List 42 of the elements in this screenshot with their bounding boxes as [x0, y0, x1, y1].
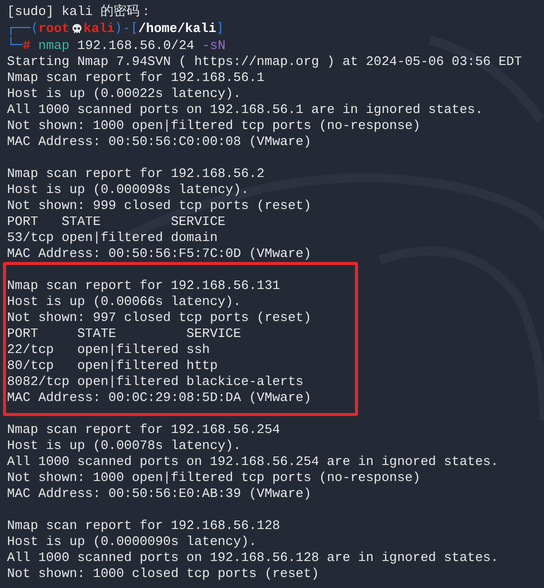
output-line: All 1000 scanned ports on 192.168.56.128 are in ignored states.: [7, 550, 500, 566]
output-line: Not shown: 999 closed tcp ports (reset): [7, 198, 312, 214]
output-line: Not shown: 997 closed tcp ports (reset): [7, 310, 312, 326]
command-argument: 192.168.56.0/24: [77, 38, 194, 54]
output-line: Host is up (0.00022s latency).: [7, 86, 242, 102]
output-line: Host is up (0.000098s latency).: [7, 182, 250, 198]
sudo-prompt: [sudo] kali 的密码：: [7, 4, 154, 20]
output-line: Nmap scan report for 192.168.56.2: [7, 166, 266, 182]
output-line: All 1000 scanned ports on 192.168.56.1 are in ignored states.: [7, 102, 484, 118]
prompt-symbol: #: [22, 38, 30, 54]
output-line: Nmap scan report for 192.168.56.254: [7, 422, 282, 438]
command-option: -sN: [202, 38, 226, 54]
output-line: MAC Address: 00:50:56:E0:AB:39 (VMware): [7, 486, 312, 502]
output-line: MAC Address: 00:0C:29:08:5D:DA (VMware): [7, 390, 312, 406]
prompt-frame: └─: [7, 38, 23, 54]
output-line: Host is up (0.00066s latency).: [7, 294, 242, 310]
prompt-frame: ┌──(: [7, 21, 38, 37]
output-line: Not shown: 1000 closed tcp ports (reset): [7, 566, 320, 582]
output-line: Not shown: 1000 open|filtered tcp ports (no-response): [7, 118, 422, 134]
output-line: MAC Address: 00:50:56:F5:7C:0D (VMware): [7, 246, 312, 262]
prompt-user: root: [38, 21, 70, 37]
output-line: Nmap scan report for 192.168.56.1: [7, 70, 266, 86]
output-line: Nmap scan report for 192.168.56.128: [7, 518, 282, 534]
output-line: 53/tcp open|filtered domain: [7, 230, 219, 246]
output-line: Host is up (0.0000090s latency).: [7, 534, 258, 550]
output-line: MAC Address: 00:50:56:C0:00:08 (VMware): [7, 134, 312, 150]
output-line: All 1000 scanned ports on 192.168.56.254 are in ignored states.: [7, 454, 500, 470]
output-line: PORT STATE SERVICE: [7, 326, 242, 342]
command-name: nmap: [38, 38, 70, 54]
output-line: 8082/tcp open|filtered blackice-alerts: [7, 374, 304, 390]
output-line: Not shown: 1000 open|filtered tcp ports (no-response): [7, 470, 422, 486]
output-line: Nmap scan report for 192.168.56.131: [7, 278, 282, 294]
prompt-path: /home/kali: [138, 21, 216, 37]
prompt-frame: )-[: [114, 21, 138, 37]
output-line: Starting Nmap 7.94SVN ( https://nmap.org ) at 2024-05-06 03:56 EDT: [7, 54, 523, 70]
output-line: PORT STATE SERVICE: [7, 214, 226, 230]
output-line: 22/tcp open|filtered ssh: [7, 342, 211, 358]
output-line: Host is up (0.00078s latency).: [7, 438, 242, 454]
prompt-frame: ]: [216, 21, 224, 37]
output-line: 80/tcp open|filtered http: [7, 358, 219, 374]
skull-icon: [70, 23, 83, 35]
prompt-host: kali: [84, 21, 115, 37]
